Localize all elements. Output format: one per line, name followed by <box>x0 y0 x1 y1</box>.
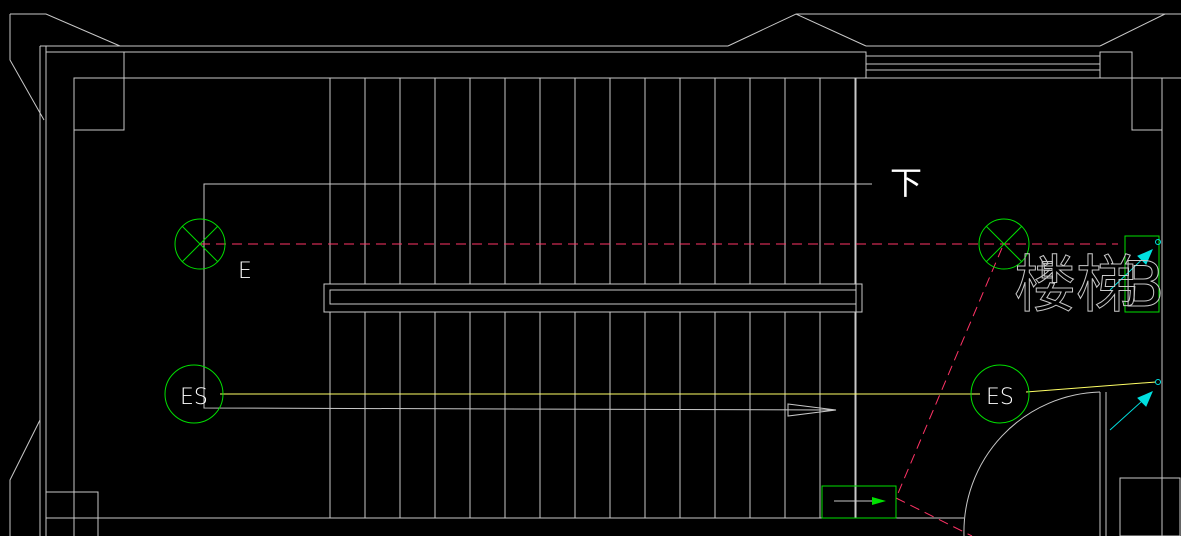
exit-sign-right-label: ES <box>986 385 1014 410</box>
stair-treads <box>329 78 856 518</box>
emergency-light-right-label: E <box>1040 259 1054 284</box>
walls <box>9 13 1181 536</box>
emergency-circuit <box>200 243 1118 536</box>
down-label: 下 <box>890 164 922 202</box>
lighting-circuit <box>220 381 1157 395</box>
stair-label: 楼梯 <box>1014 248 1138 321</box>
handrail <box>203 78 872 518</box>
stair-suffix: B <box>1122 248 1165 321</box>
exit-sign-left-label: ES <box>180 385 208 410</box>
emergency-light-left-label: E <box>238 259 252 284</box>
distribution-box <box>821 485 897 519</box>
cad-floor-plan: 下 楼梯 B E E ES ES <box>9 13 1181 536</box>
arrow-icon-lower <box>1109 391 1153 431</box>
